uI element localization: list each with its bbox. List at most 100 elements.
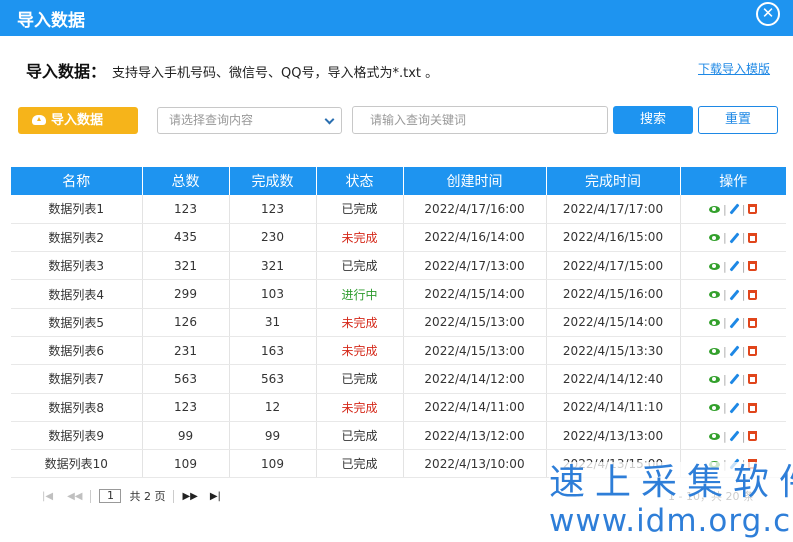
table-row[interactable]: 数据列表5 126 31 未完成 2022/4/15/13:00 2022/4/15/14… (11, 308, 786, 337)
row-total: 123 (142, 195, 230, 224)
table-row[interactable]: 数据列表9 99 99 已完成 2022/4/13/12:00 2022/4/13/13:… (11, 421, 786, 451)
row-actions: | | (680, 195, 786, 224)
trash-icon[interactable] (748, 459, 758, 470)
edit-pencil-icon[interactable] (729, 430, 740, 442)
eye-icon[interactable] (709, 205, 721, 213)
trash-icon[interactable] (748, 289, 758, 300)
row-done: 321 (229, 251, 317, 281)
download-template-link[interactable]: 下载导入模版 (698, 60, 770, 77)
table-row[interactable]: 数据列表2 435 230 未完成 2022/4/16/14:00 2022/4/16/1… (11, 223, 786, 253)
action-separator: | (741, 457, 746, 471)
eye-icon[interactable] (709, 432, 721, 440)
row-status: 已完成 (316, 364, 404, 394)
row-finished: 2022/4/15/16:00 (546, 279, 681, 309)
edit-pencil-icon[interactable] (729, 288, 740, 301)
record-range-text: 1 - 10，共 20 条 (668, 490, 754, 503)
import-data-button[interactable]: 导入数据 (18, 107, 138, 134)
eye-icon[interactable] (709, 234, 721, 242)
header-finished[interactable]: 完成时间 (546, 167, 681, 195)
edit-pencil-icon[interactable] (729, 402, 740, 414)
trash-icon[interactable] (748, 232, 758, 243)
action-separator: | (723, 372, 727, 386)
row-actions: | | (680, 223, 786, 253)
eye-icon[interactable] (709, 375, 721, 383)
reset-button[interactable]: 重置 (698, 106, 778, 134)
header-total[interactable]: 总数 (142, 167, 230, 195)
trash-icon[interactable] (748, 346, 758, 357)
table-row[interactable]: 数据列表6 231 163 未完成 2022/4/15/13:00 2022/4/15/1… (11, 336, 786, 366)
trash-icon[interactable] (748, 204, 758, 215)
header-actions: 操作 (680, 167, 786, 195)
row-name: 数据列表6 (11, 336, 143, 366)
trash-icon[interactable] (748, 431, 758, 442)
edit-pencil-icon[interactable] (729, 345, 740, 357)
header-done[interactable]: 完成数 (229, 167, 317, 195)
trash-icon[interactable] (748, 374, 758, 385)
action-separator: | (723, 259, 727, 273)
prev-page-icon[interactable]: ◀◀ (67, 491, 82, 502)
edit-pencil-icon[interactable] (729, 373, 740, 385)
row-total: 99 (142, 421, 230, 451)
row-total: 123 (142, 393, 230, 422)
import-description: 导入数据： 支持导入手机号码、微信号、QQ号，导入格式为*.txt 。 (26, 58, 438, 81)
edit-pencil-icon[interactable] (729, 232, 740, 244)
eye-icon[interactable] (709, 347, 721, 355)
table-row[interactable]: 数据列表8 123 12 未完成 2022/4/14/11:00 2022/4/14/11… (11, 393, 786, 422)
table-row[interactable]: 数据列表4 299 103 进行中 2022/4/15/14:00 2022/4/15/1… (11, 279, 786, 309)
table-row[interactable]: 数据列表10 109 109 已完成 2022/4/13/10:00 2022/4/13/… (11, 449, 786, 479)
action-separator: | (741, 429, 746, 443)
row-total: 126 (142, 308, 230, 337)
row-created: 2022/4/15/13:00 (403, 336, 547, 366)
row-total: 563 (142, 364, 230, 394)
row-status: 未完成 (316, 393, 404, 422)
row-name: 数据列表10 (11, 449, 143, 479)
keyword-input[interactable]: 请输入查询关键词 (352, 106, 608, 134)
row-done: 103 (229, 279, 317, 309)
row-name: 数据列表7 (11, 364, 143, 394)
row-created: 2022/4/16/14:00 (403, 223, 547, 253)
header-created[interactable]: 创建时间 (403, 167, 547, 195)
header-status[interactable]: 状态 (316, 167, 404, 195)
edit-pencil-icon[interactable] (729, 203, 740, 215)
row-status: 未完成 (316, 223, 404, 253)
action-separator: | (723, 344, 727, 358)
eye-icon[interactable] (709, 460, 721, 468)
row-total: 231 (142, 336, 230, 366)
table-row[interactable]: 数据列表3 321 321 已完成 2022/4/17/13:00 2022/4/17/1… (11, 251, 786, 281)
next-page-icon[interactable]: ▶▶ (182, 491, 197, 502)
row-actions: | | (680, 308, 786, 337)
trash-icon[interactable] (748, 261, 758, 272)
row-created: 2022/4/14/12:00 (403, 364, 547, 394)
edit-pencil-icon[interactable] (729, 458, 740, 470)
eye-icon[interactable] (709, 262, 721, 270)
row-actions: | | (680, 279, 786, 309)
page-number-input[interactable]: 1 (99, 489, 122, 503)
row-total: 435 (142, 223, 230, 253)
row-created: 2022/4/13/10:00 (403, 449, 547, 479)
header-name[interactable]: 名称 (11, 167, 143, 195)
action-separator: | (723, 316, 727, 330)
pager-divider (90, 489, 92, 503)
action-separator: | (741, 401, 746, 415)
table-row[interactable]: 数据列表1 123 123 已完成 2022/4/17/16:00 2022/4/17/1… (11, 195, 786, 224)
row-status: 已完成 (316, 251, 404, 281)
eye-icon[interactable] (709, 404, 721, 412)
search-button[interactable]: 搜索 (613, 106, 693, 134)
first-page-icon[interactable]: |◀ (42, 491, 53, 502)
table-row[interactable]: 数据列表7 563 563 已完成 2022/4/14/12:00 2022/4/14/1… (11, 364, 786, 394)
row-finished: 2022/4/13/13:00 (546, 421, 681, 451)
last-page-icon[interactable]: ▶| (210, 491, 221, 502)
action-separator: | (723, 429, 727, 443)
close-icon[interactable]: ✕ (756, 2, 780, 26)
action-separator: | (741, 288, 746, 302)
action-separator: | (723, 288, 727, 302)
trash-icon[interactable] (748, 402, 758, 413)
row-created: 2022/4/17/13:00 (403, 251, 547, 281)
edit-pencil-icon[interactable] (729, 317, 740, 329)
trash-icon[interactable] (748, 317, 758, 328)
row-status: 未完成 (316, 336, 404, 366)
eye-icon[interactable] (709, 319, 721, 327)
edit-pencil-icon[interactable] (729, 260, 740, 272)
query-type-select[interactable]: 请选择查询内容 (157, 107, 342, 134)
eye-icon[interactable] (709, 291, 721, 299)
